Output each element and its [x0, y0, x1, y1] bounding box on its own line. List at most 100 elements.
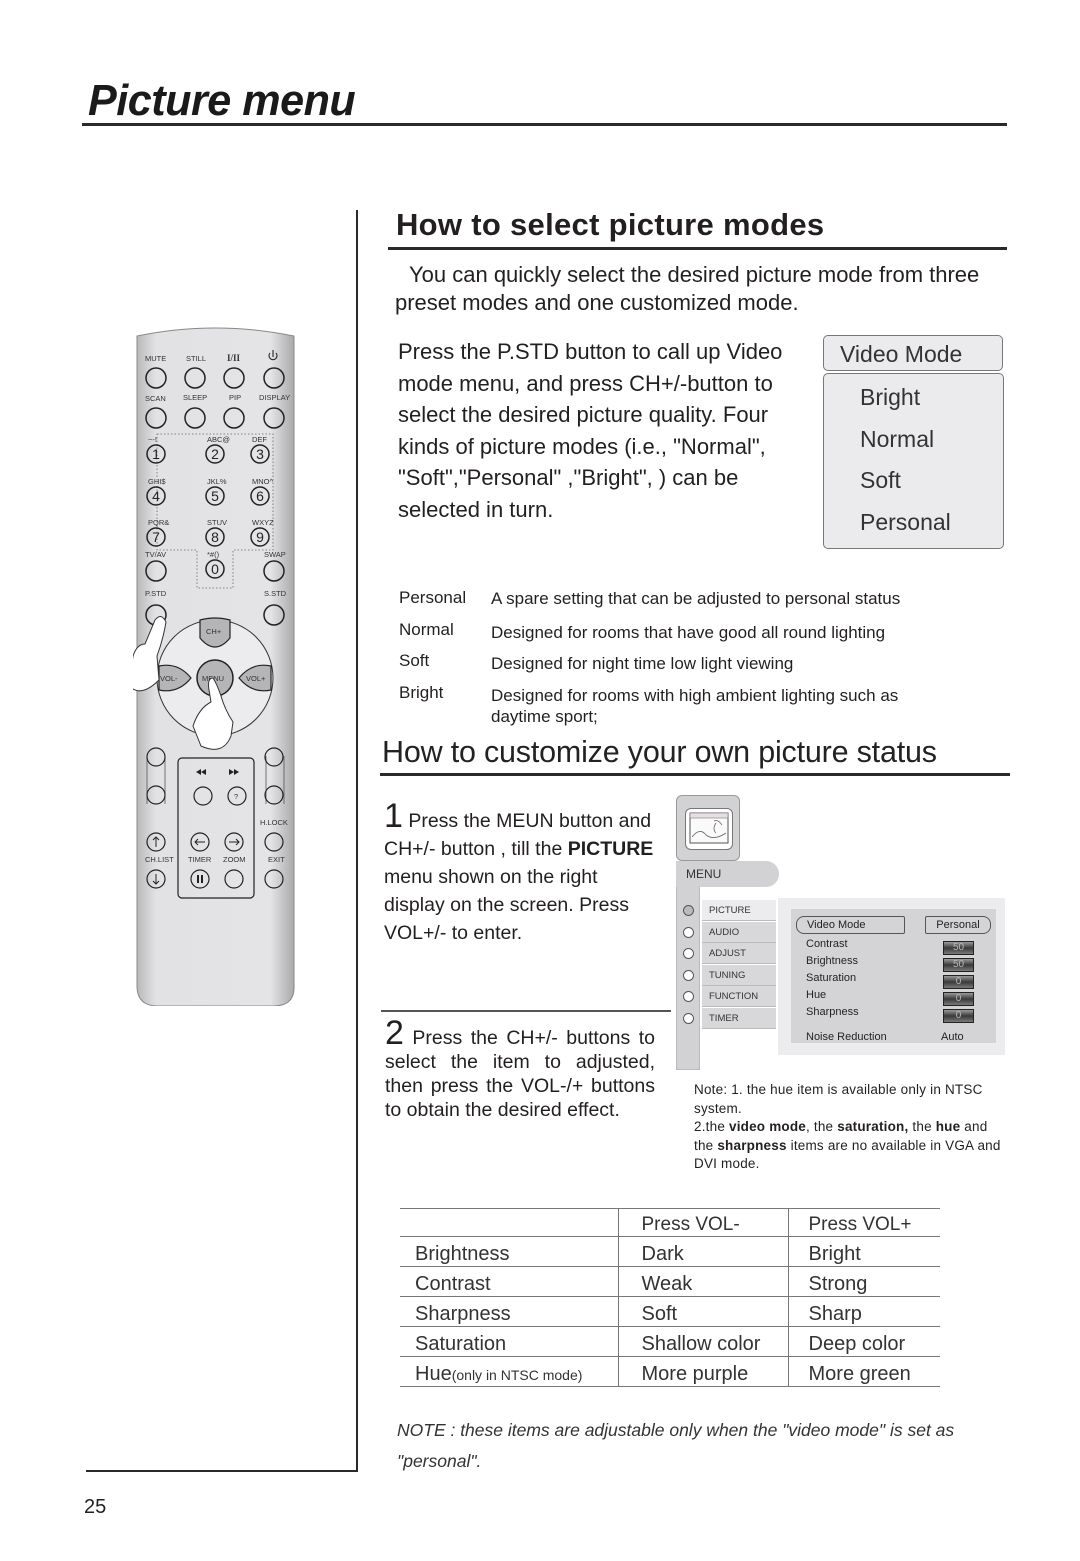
column-divider — [356, 210, 358, 1472]
section-divider — [380, 773, 1010, 776]
osd-row-label: Saturation — [806, 972, 857, 984]
osd-value-box: 50 — [943, 941, 974, 955]
table-row: Contrast Weak Strong — [400, 1266, 940, 1297]
digit-label: 0 — [211, 561, 219, 577]
table-header: Press VOL- — [617, 1208, 788, 1237]
osd-value-box: 0 — [943, 1009, 974, 1023]
osd-row-label: Sharpness — [806, 1006, 859, 1018]
osd-row-label: Brightness — [806, 955, 858, 967]
video-mode-option: Soft — [860, 467, 901, 493]
pstd-instructions: Press the P.STD button to call up Video … — [398, 339, 783, 522]
i-ii-label: I/II — [227, 353, 241, 363]
mode-name: Normal — [399, 620, 454, 639]
step-text: menu shown on the right display on the s… — [384, 866, 629, 944]
still-label: STILL — [186, 354, 206, 363]
osd-row-label: Hue — [806, 989, 827, 1001]
step-text: Press the CH+/- buttons to select the it… — [385, 1027, 655, 1121]
table-header — [400, 1208, 618, 1237]
osd-radio-indicator — [683, 991, 694, 1002]
note-line: 2.the video mode, the saturation, the hu… — [694, 1119, 1001, 1171]
video-mode-menu-list: Bright Normal Soft Personal — [823, 373, 1004, 549]
table-cell-vol-minus: Soft — [617, 1296, 788, 1327]
digit-letters-label: GHI$ — [148, 477, 166, 486]
osd-video-mode-label: Video Mode — [796, 916, 905, 934]
osd-sidebar-item-audio: AUDIO — [702, 921, 776, 943]
osd-video-mode-value: Personal — [925, 916, 991, 934]
scan-label: SCAN — [145, 394, 166, 403]
table-cell-vol-plus: Deep color — [787, 1326, 940, 1357]
mode-name: Soft — [399, 651, 430, 670]
osd-settings-inner: Video Mode Personal Contrast 50 Brightness… — [790, 908, 997, 1044]
table-cell-vol-plus: Strong — [787, 1266, 940, 1297]
mute-label: MUTE — [145, 354, 166, 363]
table-header: Press VOL+ — [787, 1208, 940, 1237]
table-header-row: Press VOL- Press VOL+ — [400, 1208, 940, 1237]
osd-value-box: 0 — [943, 975, 974, 989]
mode-description: Designed for rooms with high ambient lig… — [491, 686, 899, 726]
osd-picture-menu: MENU PICTURE AUDIO ADJUST TUNING FUNCTION TIM… — [676, 795, 1006, 1070]
digit-letters-label: JKL% — [207, 477, 227, 486]
osd-icon-frame — [676, 795, 740, 861]
digit-label: 5 — [211, 488, 219, 504]
table-row: Brightness Dark Bright — [400, 1236, 940, 1267]
digit-letters-label: ABC@ — [207, 435, 230, 444]
table-cell-item: Brightness — [400, 1236, 618, 1267]
remote-control-illustration: MUTE STILL I/II SCAN SLEEP PIP DISPLAY ~… — [128, 326, 298, 1007]
swap-label: SWAP — [264, 550, 286, 559]
table-cell-vol-plus: Sharp — [787, 1296, 940, 1327]
digit-label: 8 — [211, 529, 219, 545]
video-mode-option: Bright — [860, 384, 921, 410]
step-1: 1 Press the MEUN button and CH+/- button… — [384, 799, 659, 947]
pstd-label: P.STD — [145, 589, 167, 598]
digit-letters-label: MNO^ — [252, 477, 273, 486]
step-number: 1 — [384, 797, 403, 835]
osd-radio-indicator — [683, 969, 694, 981]
step-bold-text: PICTURE — [567, 838, 654, 860]
question-icon: ? — [234, 792, 238, 801]
step-2: 2 Press the CH+/- buttons to select the … — [385, 1016, 655, 1122]
ch-plus-label: CH+ — [206, 627, 222, 636]
digit-label: 2 — [211, 446, 219, 462]
osd-sidebar-item-picture: PICTURE — [702, 900, 776, 921]
digit-label: 6 — [256, 488, 264, 504]
table-row: Saturation Shallow color Deep color — [400, 1326, 940, 1357]
zoom-label: ZOOM — [223, 855, 246, 864]
osd-radio-indicator — [683, 926, 694, 938]
tv-av-label: TV/AV — [145, 550, 166, 559]
video-mode-option: Personal — [860, 508, 951, 535]
table-cell-item: Sharpness — [400, 1296, 618, 1327]
video-mode-menu-header: Video Mode — [823, 335, 1003, 371]
picture-icon — [685, 808, 733, 850]
table-cell-vol-minus: Weak — [617, 1266, 788, 1297]
digit-label: 1 — [152, 446, 160, 462]
note-line: Note: 1. the hue item is available only … — [694, 1082, 983, 1116]
page-number: 25 — [84, 1496, 107, 1518]
osd-value-box: 0 — [943, 992, 974, 1006]
digit-letters-label: DEF — [252, 435, 267, 444]
table-row: Hue(only in NTSC mode) More purple More … — [400, 1356, 940, 1387]
mode-description: Designed for rooms that have good all ro… — [491, 623, 886, 642]
osd-radio-indicator — [683, 948, 694, 959]
osd-sidebar-item-tuning: TUNING — [702, 964, 776, 986]
vol-minus-label: VOL- — [160, 674, 178, 683]
table-cell-vol-plus: More green — [787, 1356, 940, 1387]
intro-paragraph: You can quickly select the desired pictu… — [395, 262, 980, 315]
digit-label: 3 — [256, 446, 264, 462]
osd-sidebar-item-adjust: ADJUST — [702, 943, 776, 964]
hlock-label: H.LOCK — [260, 818, 288, 827]
digit-letters-label: STUV — [207, 518, 227, 527]
table-cell-vol-minus: More purple — [617, 1356, 788, 1387]
digit-letters-label: *#() — [207, 550, 220, 559]
digit-label: 4 — [152, 488, 160, 504]
osd-value-box: 50 — [943, 958, 974, 972]
digit-label: 9 — [256, 529, 264, 545]
digit-letters-label: PQR& — [148, 518, 169, 527]
footnote: NOTE : these items are adjustable only w… — [397, 1420, 955, 1471]
table-cell-item: Contrast — [400, 1266, 618, 1297]
availability-note: Note: 1. the hue item is available only … — [694, 1081, 1009, 1174]
video-mode-option: Normal — [860, 425, 935, 452]
table-cell-vol-minus: Shallow color — [617, 1326, 788, 1357]
title-divider — [82, 123, 1007, 126]
page-title: Picture menu — [88, 76, 356, 125]
table-cell-vol-minus: Dark — [617, 1236, 788, 1267]
